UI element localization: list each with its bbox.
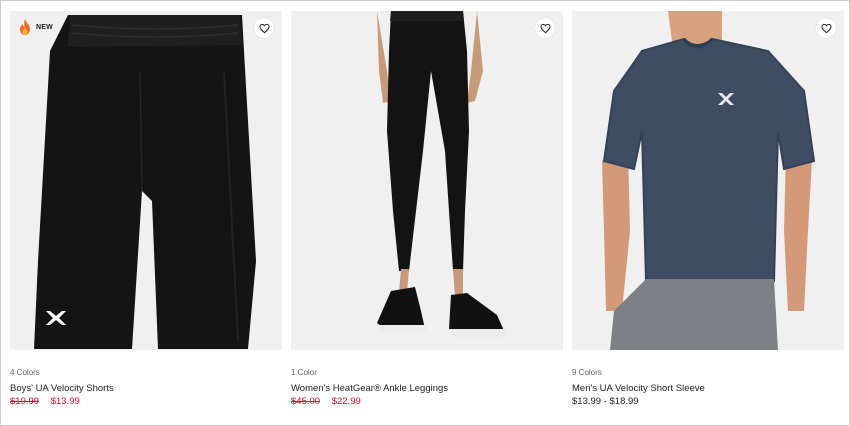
sale-price: $22.99 bbox=[331, 396, 361, 407]
original-price: $45.00 bbox=[291, 396, 321, 407]
product-card[interactable]: 9 Colors Men's UA Velocity Short Sleeve … bbox=[572, 11, 844, 408]
product-name-link[interactable]: Women's HeatGear® Ankle Leggings bbox=[291, 383, 563, 395]
price: $45.00 $22.99 bbox=[291, 396, 563, 408]
price: $19.99 $13.99 bbox=[10, 396, 282, 408]
product-image[interactable] bbox=[291, 11, 563, 350]
badge-label: NEW bbox=[36, 23, 53, 31]
color-count: 4 Colors bbox=[10, 368, 40, 377]
leggings-photo bbox=[291, 11, 563, 350]
favorite-button[interactable] bbox=[535, 18, 555, 38]
price-range: $13.99 - $18.99 bbox=[572, 396, 639, 407]
product-image[interactable] bbox=[572, 11, 844, 350]
original-price: $19.99 bbox=[10, 396, 40, 407]
product-name-link[interactable]: Boys' UA Velocity Shorts bbox=[10, 383, 282, 395]
flame-icon bbox=[20, 19, 30, 35]
price: $13.99 - $18.99 bbox=[572, 396, 844, 408]
favorite-button[interactable] bbox=[254, 18, 274, 38]
shorts-photo bbox=[10, 11, 282, 350]
heart-outline-icon bbox=[820, 23, 832, 33]
new-badge: NEW bbox=[18, 19, 53, 35]
color-count: 1 Color bbox=[291, 368, 317, 377]
tshirt-photo bbox=[572, 11, 844, 350]
product-card[interactable]: 1 Color Women's HeatGear® Ankle Leggings… bbox=[291, 11, 563, 408]
product-card[interactable]: NEW 4 Colors Boys' UA Velocity Shorts $1… bbox=[10, 11, 282, 408]
heart-outline-icon bbox=[539, 23, 551, 33]
product-name-link[interactable]: Men's UA Velocity Short Sleeve bbox=[572, 383, 844, 395]
favorite-button[interactable] bbox=[816, 18, 836, 38]
product-image[interactable]: NEW bbox=[10, 11, 282, 350]
heart-outline-icon bbox=[258, 23, 270, 33]
color-count: 9 Colors bbox=[572, 368, 602, 377]
sale-price: $13.99 bbox=[50, 396, 80, 407]
